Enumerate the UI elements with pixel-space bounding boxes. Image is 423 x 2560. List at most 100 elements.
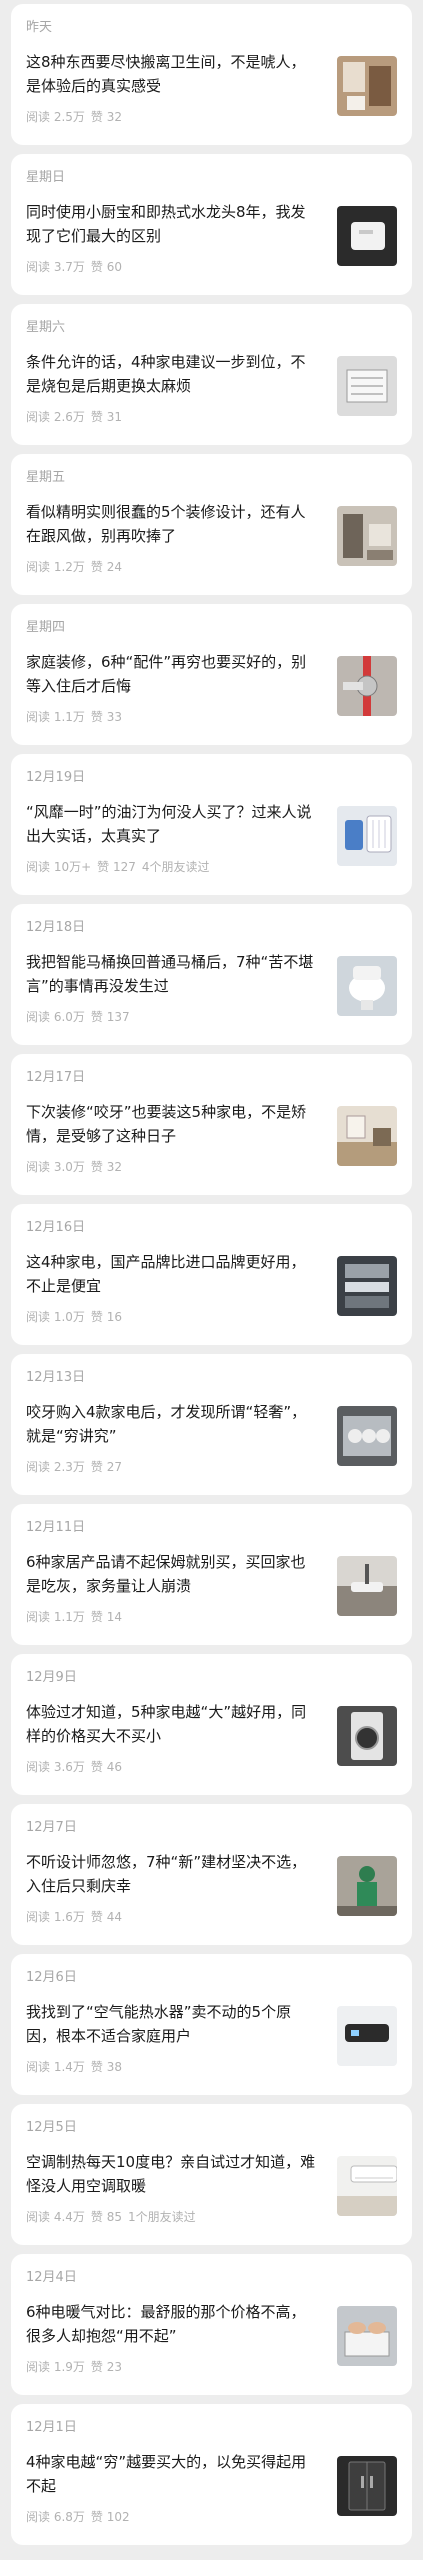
read-count: 阅读 2.5万 [26, 110, 85, 124]
article-stats: 阅读 1.1万赞 14 [26, 1608, 134, 1625]
article-stats: 阅读 3.7万赞 60 [26, 258, 134, 275]
article-card[interactable]: 12月9日 体验过才知道，5种家电越“大”越好用，同样的价格买大不买小 阅读 3… [11, 1654, 412, 1795]
article-date: 12月4日 [26, 2270, 77, 2285]
article-date: 12月7日 [26, 1820, 77, 1835]
interior-photo-thumbnail[interactable] [337, 506, 397, 566]
article-card[interactable]: 星期五 看似精明实则很蠢的5个装修设计，还有人在跟风做，别再吹捧了 阅读 1.2… [11, 454, 412, 595]
ceiling-vent-photo-thumbnail[interactable] [337, 356, 397, 416]
read-count: 阅读 3.7万 [26, 260, 85, 274]
article-title[interactable]: 空调制热每天10度电？亲自试过才知道，难怪没人用空调取暖 [26, 2150, 316, 2198]
article-title[interactable]: 我把智能马桶换回普通马桶后，7种“苦不堪言”的事情再没发生过 [26, 950, 316, 998]
article-stats: 阅读 1.0万赞 16 [26, 1308, 134, 1325]
article-date: 12月5日 [26, 2120, 77, 2135]
like-count: 赞 137 [90, 1010, 130, 1024]
fridge-photo-thumbnail[interactable] [337, 2456, 397, 2516]
dishwasher-photo-thumbnail[interactable] [337, 1406, 397, 1466]
like-count: 赞 85 [90, 2210, 122, 2224]
article-title[interactable]: 下次装修“咬牙”也要装这5种家电，不是矫情，是受够了这种日子 [26, 1100, 316, 1148]
article-title[interactable]: 6种家居产品请不起保姆就别买，买回家也是吃灰，家务量让人崩溃 [26, 1550, 316, 1598]
like-count: 赞 32 [90, 1160, 122, 1174]
hands-heater-photo-thumbnail[interactable] [337, 2306, 397, 2366]
article-title[interactable]: 4种家电越“穷”越要买大的，以免买得起用不起 [26, 2450, 316, 2498]
article-card[interactable]: 12月16日 这4种家电，国产品牌比进口品牌更好用，不止是便宜 阅读 1.0万赞… [11, 1204, 412, 1345]
article-stats: 阅读 2.3万赞 27 [26, 1458, 134, 1475]
article-feed: 昨天 这8种东西要尽快搬离卫生间，不是唬人，是体验后的真实感受 阅读 2.5万赞… [0, 0, 423, 2560]
bathroom-photo-thumbnail[interactable] [337, 56, 397, 116]
article-card[interactable]: 12月6日 我找到了“空气能热水器”卖不动的5个原因，根本不适合家庭用户 阅读 … [11, 1954, 412, 2095]
like-count: 赞 60 [90, 260, 122, 274]
like-count: 赞 44 [90, 1910, 122, 1924]
article-title[interactable]: 看似精明实则很蠢的5个装修设计，还有人在跟风做，别再吹捧了 [26, 500, 316, 548]
article-title[interactable]: 咬牙购入4款家电后，才发现所谓“轻奢”，就是“穷讲究” [26, 1400, 316, 1448]
heater-photo-thumbnail[interactable] [337, 806, 397, 866]
article-card[interactable]: 昨天 这8种东西要尽快搬离卫生间，不是唬人，是体验后的真实感受 阅读 2.5万赞… [11, 4, 412, 145]
sink-photo-thumbnail[interactable] [337, 1556, 397, 1616]
friends-read: 1个朋友读过 [128, 2210, 196, 2224]
article-card[interactable]: 12月4日 6种电暖气对比：最舒服的那个价格不高，很多人却抱怨“用不起” 阅读 … [11, 2254, 412, 2395]
article-title[interactable]: 条件允许的话，4种家电建议一步到位，不是烧包是后期更换太麻烦 [26, 350, 316, 398]
faucet-photo-thumbnail[interactable] [337, 206, 397, 266]
read-count: 阅读 1.0万 [26, 1310, 85, 1324]
article-card[interactable]: 星期日 同时使用小厨宝和即热式水龙头8年，我发现了它们最大的区别 阅读 3.7万… [11, 154, 412, 295]
article-stats: 阅读 1.9万赞 23 [26, 2358, 134, 2375]
read-count: 阅读 10万+ [26, 860, 92, 874]
article-title[interactable]: 这4种家电，国产品牌比进口品牌更好用，不止是便宜 [26, 1250, 316, 1298]
like-count: 赞 32 [90, 110, 122, 124]
read-count: 阅读 2.3万 [26, 1460, 85, 1474]
like-count: 赞 16 [90, 1310, 122, 1324]
article-card[interactable]: 12月11日 6种家居产品请不起保姆就别买，买回家也是吃灰，家务量让人崩溃 阅读… [11, 1504, 412, 1645]
article-stats: 阅读 3.0万赞 32 [26, 1158, 134, 1175]
article-title[interactable]: 我找到了“空气能热水器”卖不动的5个原因，根本不适合家庭用户 [26, 2000, 316, 2048]
article-date: 星期五 [26, 470, 66, 485]
article-title[interactable]: 家庭装修，6种“配件”再穷也要买好的，别等入住后才后悔 [26, 650, 316, 698]
article-title[interactable]: 同时使用小厨宝和即热式水龙头8年，我发现了它们最大的区别 [26, 200, 316, 248]
article-date: 12月19日 [26, 770, 86, 785]
article-card[interactable]: 12月1日 4种家电越“穷”越要买大的，以免买得起用不起 阅读 6.8万赞 10… [11, 2404, 412, 2545]
article-date: 12月17日 [26, 1070, 86, 1085]
article-stats: 阅读 1.2万赞 24 [26, 558, 134, 575]
article-date: 星期日 [26, 170, 66, 185]
read-count: 阅读 1.1万 [26, 1610, 85, 1624]
read-count: 阅读 6.0万 [26, 1010, 85, 1024]
pipe-valve-photo-thumbnail[interactable] [337, 656, 397, 716]
worker-photo-thumbnail[interactable] [337, 1856, 397, 1916]
article-title[interactable]: 不听设计师忽悠，7种“新”建材坚决不选，入住后只剩庆幸 [26, 1850, 316, 1898]
article-date: 12月9日 [26, 1670, 77, 1685]
appliance-photo-thumbnail[interactable] [337, 1256, 397, 1316]
living-room-photo-thumbnail[interactable] [337, 1106, 397, 1166]
article-date: 星期四 [26, 620, 66, 635]
water-heater-photo-thumbnail[interactable] [337, 2006, 397, 2066]
article-date: 星期六 [26, 320, 66, 335]
article-title[interactable]: 6种电暖气对比：最舒服的那个价格不高，很多人却抱怨“用不起” [26, 2300, 316, 2348]
article-title[interactable]: “风靡一时”的油汀为何没人买了？过来人说出大实话，太真实了 [26, 800, 316, 848]
article-title[interactable]: 体验过才知道，5种家电越“大”越好用，同样的价格买大不买小 [26, 1700, 316, 1748]
article-card[interactable]: 12月19日 “风靡一时”的油汀为何没人买了？过来人说出大实话，太真实了 阅读 … [11, 754, 412, 895]
article-card[interactable]: 12月18日 我把智能马桶换回普通马桶后，7种“苦不堪言”的事情再没发生过 阅读… [11, 904, 412, 1045]
article-card[interactable]: 12月17日 下次装修“咬牙”也要装这5种家电，不是矫情，是受够了这种日子 阅读… [11, 1054, 412, 1195]
article-stats: 阅读 6.8万赞 102 [26, 2508, 142, 2525]
read-count: 阅读 1.2万 [26, 560, 85, 574]
read-count: 阅读 2.6万 [26, 410, 85, 424]
article-date: 12月1日 [26, 2420, 77, 2435]
article-date: 12月18日 [26, 920, 86, 935]
article-date: 12月6日 [26, 1970, 77, 1985]
read-count: 阅读 1.4万 [26, 2060, 85, 2074]
washer-photo-thumbnail[interactable] [337, 1706, 397, 1766]
read-count: 阅读 6.8万 [26, 2510, 85, 2524]
article-stats: 阅读 2.6万赞 31 [26, 408, 134, 425]
toilet-photo-thumbnail[interactable] [337, 956, 397, 1016]
read-count: 阅读 3.6万 [26, 1760, 85, 1774]
like-count: 赞 127 [97, 860, 136, 874]
article-card[interactable]: 12月13日 咬牙购入4款家电后，才发现所谓“轻奢”，就是“穷讲究” 阅读 2.… [11, 1354, 412, 1495]
article-stats: 阅读 1.1万赞 33 [26, 708, 134, 725]
article-card[interactable]: 12月7日 不听设计师忽悠，7种“新”建材坚决不选，入住后只剩庆幸 阅读 1.6… [11, 1804, 412, 1945]
air-conditioner-photo-thumbnail[interactable] [337, 2156, 397, 2216]
article-stats: 阅读 3.6万赞 46 [26, 1758, 134, 1775]
article-stats: 阅读 10万+ 赞 127 4个朋友读过 [26, 858, 216, 875]
article-card[interactable]: 星期四 家庭装修，6种“配件”再穷也要买好的，别等入住后才后悔 阅读 1.1万赞… [11, 604, 412, 745]
article-title[interactable]: 这8种东西要尽快搬离卫生间，不是唬人，是体验后的真实感受 [26, 50, 316, 98]
article-card[interactable]: 12月5日 空调制热每天10度电？亲自试过才知道，难怪没人用空调取暖 阅读 4.… [11, 2104, 412, 2245]
article-card[interactable]: 星期六 条件允许的话，4种家电建议一步到位，不是烧包是后期更换太麻烦 阅读 2.… [11, 304, 412, 445]
read-count: 阅读 1.1万 [26, 710, 85, 724]
like-count: 赞 23 [90, 2360, 122, 2374]
